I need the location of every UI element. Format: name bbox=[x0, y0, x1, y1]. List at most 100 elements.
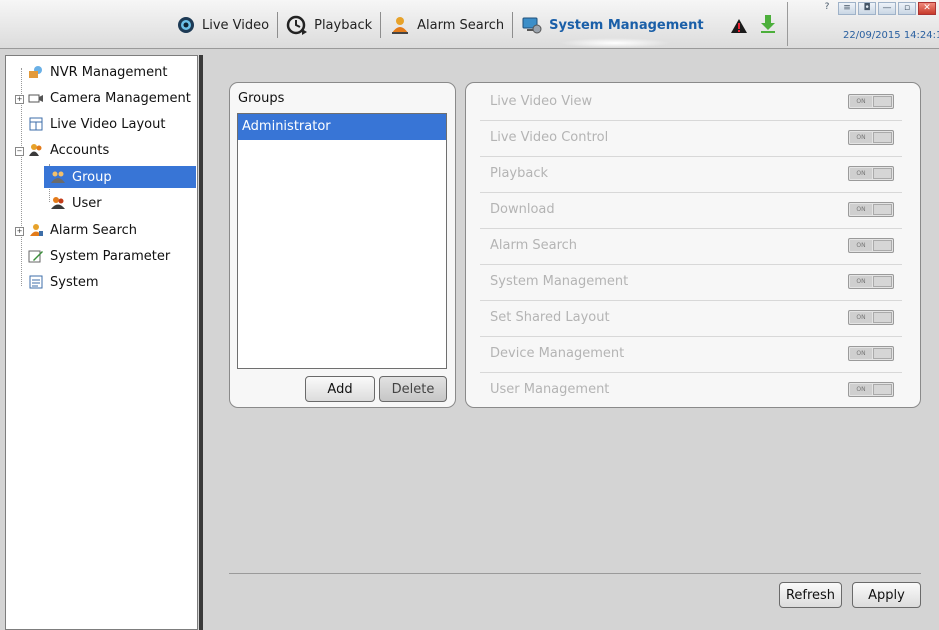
permission-label: System Management bbox=[490, 274, 629, 289]
toggle-on-label: ON bbox=[850, 96, 872, 107]
permission-label: Download bbox=[490, 202, 555, 217]
permission-row-set-shared-layout: Set Shared Layout ON bbox=[480, 300, 902, 337]
permission-row-download: Download ON bbox=[480, 192, 902, 229]
permission-row-live-video-view: Live Video View ON bbox=[480, 84, 902, 121]
tree-item-user[interactable]: User bbox=[50, 192, 102, 214]
alarm-search-icon bbox=[392, 17, 409, 34]
permission-label: Live Video View bbox=[490, 94, 593, 109]
groups-title: Groups bbox=[238, 91, 285, 106]
toggle-knob bbox=[873, 132, 892, 143]
user-icon bbox=[51, 197, 65, 209]
group-icon bbox=[51, 171, 65, 183]
download-icon[interactable] bbox=[759, 14, 777, 34]
minimize-button[interactable]: — bbox=[878, 2, 896, 15]
datetime-display: 22/09/2015 14:24:1 bbox=[843, 30, 939, 41]
permission-row-user-management: User Management ON bbox=[480, 372, 902, 408]
toggle-knob bbox=[873, 96, 892, 107]
footer-divider bbox=[229, 573, 921, 574]
fullscreen-button[interactable]: ◘ bbox=[858, 2, 876, 15]
toggle-knob bbox=[873, 240, 892, 251]
system-icon bbox=[29, 275, 43, 289]
permission-label: Device Management bbox=[490, 346, 625, 361]
tree-item-camera-management[interactable]: Camera Management bbox=[28, 87, 191, 109]
tree-item-label: Live Video Layout bbox=[50, 116, 166, 132]
tree-item-label: Camera Management bbox=[50, 90, 191, 106]
permission-label: Playback bbox=[490, 166, 549, 181]
alarm-search-icon bbox=[30, 224, 43, 236]
add-button[interactable]: Add bbox=[305, 376, 375, 402]
permission-toggle[interactable]: ON bbox=[848, 166, 894, 181]
permission-row-device-management: Device Management ON bbox=[480, 336, 902, 373]
warning-icon[interactable] bbox=[730, 18, 748, 34]
permission-label: Live Video Control bbox=[490, 130, 609, 145]
toggle-knob bbox=[873, 204, 892, 215]
tree-item-label: System bbox=[50, 274, 99, 290]
permission-toggle[interactable]: ON bbox=[848, 238, 894, 253]
group-list-item[interactable]: Administrator bbox=[238, 114, 446, 140]
toggle-knob bbox=[873, 276, 892, 287]
nav-playback-label: Playback bbox=[314, 17, 373, 33]
permission-toggle[interactable]: ON bbox=[848, 202, 894, 217]
tree-item-system-parameter[interactable]: System Parameter bbox=[28, 245, 170, 267]
nav-system-management-label: System Management bbox=[549, 17, 704, 33]
permission-label: User Management bbox=[490, 382, 610, 397]
nav-live-video[interactable]: Live Video bbox=[170, 10, 275, 40]
expand-toggle[interactable]: + bbox=[15, 95, 24, 104]
toggle-knob bbox=[873, 348, 892, 359]
main-nav: Live Video Playback Alarm Search System … bbox=[170, 10, 710, 40]
expand-toggle[interactable]: + bbox=[15, 227, 24, 236]
live-video-icon bbox=[178, 17, 194, 33]
toggle-on-label: ON bbox=[850, 168, 872, 179]
toggle-knob bbox=[873, 312, 892, 323]
camera-management-icon bbox=[28, 94, 43, 103]
tree-item-label: Group bbox=[72, 169, 112, 185]
nav-alarm-search-label: Alarm Search bbox=[417, 17, 505, 33]
permission-label: Set Shared Layout bbox=[490, 310, 610, 325]
system-parameter-icon bbox=[28, 250, 43, 263]
toggle-on-label: ON bbox=[850, 276, 872, 287]
active-tab-highlight bbox=[560, 38, 670, 48]
nav-live-video-label: Live Video bbox=[202, 17, 270, 33]
nav-separator bbox=[277, 12, 279, 38]
permission-toggle[interactable]: ON bbox=[848, 130, 894, 145]
pane-splitter[interactable] bbox=[199, 55, 203, 630]
nav-separator bbox=[512, 12, 514, 38]
tree-item-group[interactable]: Group bbox=[44, 166, 196, 188]
toggle-on-label: ON bbox=[850, 348, 872, 359]
navigation-tree: NVR Management + Camera Management Live … bbox=[5, 55, 198, 630]
tree-item-live-video-layout[interactable]: Live Video Layout bbox=[28, 113, 165, 135]
permission-toggle[interactable]: ON bbox=[848, 274, 894, 289]
tree-item-alarm-search[interactable]: Alarm Search bbox=[28, 219, 137, 241]
toggle-on-label: ON bbox=[850, 132, 872, 143]
permission-row-playback: Playback ON bbox=[480, 156, 902, 193]
delete-button[interactable]: Delete bbox=[379, 376, 447, 402]
toggle-on-label: ON bbox=[850, 204, 872, 215]
tree-item-system[interactable]: System bbox=[28, 271, 98, 293]
playback-icon bbox=[286, 15, 308, 35]
maximize-button[interactable]: ▫ bbox=[898, 2, 916, 15]
collapse-toggle[interactable]: − bbox=[15, 147, 24, 156]
toggle-knob bbox=[873, 168, 892, 179]
toggle-knob bbox=[873, 384, 892, 395]
group-list[interactable]: Administrator bbox=[237, 113, 447, 369]
close-button[interactable]: ✕ bbox=[918, 2, 936, 15]
help-button[interactable]: ? bbox=[818, 2, 836, 15]
tree-item-label: NVR Management bbox=[50, 64, 168, 80]
refresh-button[interactable]: Refresh bbox=[779, 582, 842, 608]
tree-item-accounts[interactable]: Accounts bbox=[28, 139, 109, 161]
menu-button[interactable]: ≡ bbox=[838, 2, 856, 15]
permission-row-live-video-control: Live Video Control ON bbox=[480, 120, 902, 157]
apply-button[interactable]: Apply bbox=[852, 582, 921, 608]
nav-system-management[interactable]: System Management bbox=[515, 10, 709, 40]
permission-toggle[interactable]: ON bbox=[848, 94, 894, 109]
permission-toggle[interactable]: ON bbox=[848, 346, 894, 361]
permission-toggle[interactable]: ON bbox=[848, 310, 894, 325]
nav-alarm-search[interactable]: Alarm Search bbox=[383, 10, 510, 40]
tree-item-nvr-management[interactable]: NVR Management bbox=[28, 61, 167, 83]
layout-icon bbox=[29, 117, 43, 131]
accounts-icon bbox=[29, 144, 42, 156]
system-management-icon bbox=[522, 17, 542, 34]
nav-playback[interactable]: Playback bbox=[280, 10, 378, 40]
toolbar-separator bbox=[787, 2, 788, 46]
permission-toggle[interactable]: ON bbox=[848, 382, 894, 397]
